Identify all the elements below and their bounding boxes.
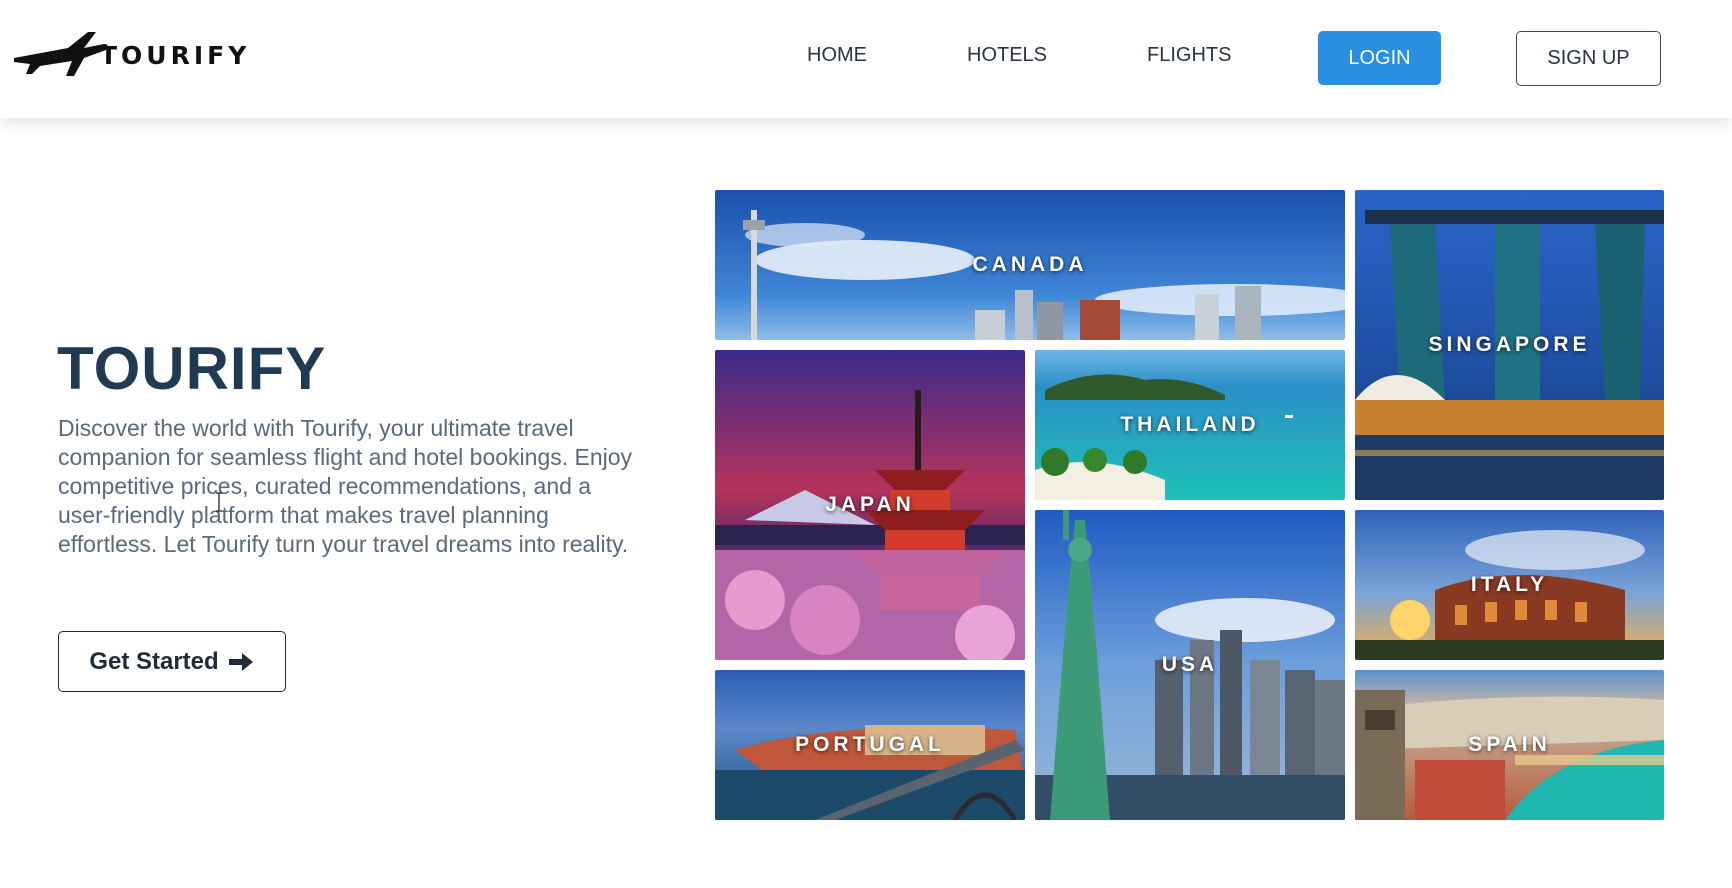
destination-tile-singapore[interactable]: SINGAPORE [1355,190,1664,500]
destination-label-usa: USA [1161,653,1219,676]
top-navbar: TOURIFY HOME HOTELS FLIGHTS LOGIN SIGN U… [0,0,1732,118]
destination-label-canada: CANADA [972,253,1088,276]
destination-tile-usa[interactable]: USA [1035,510,1345,820]
destination-label-portugal: PORTUGAL [795,733,945,756]
destination-label-italy: ITALY [1470,573,1549,596]
destination-label-spain: SPAIN [1468,733,1551,756]
signup-button[interactable]: SIGN UP [1516,31,1661,86]
hero-title: TOURIFY [57,335,327,402]
nav-home-link[interactable]: HOME [807,44,867,67]
destination-tile-japan[interactable]: JAPAN [715,350,1025,660]
destination-tile-canada[interactable]: CANADA [715,190,1345,340]
arrow-right-icon [228,652,253,671]
logo-text: TOURIFY [100,41,251,70]
text-cursor-icon [216,492,222,512]
hero-description: Discover the world with Tourify, your ul… [58,415,633,557]
nav-hotels-link[interactable]: HOTELS [967,44,1047,67]
destination-label-japan: JAPAN [825,493,915,516]
destination-tile-thailand[interactable]: THAILAND [1035,350,1345,500]
get-started-button[interactable]: Get Started [58,631,286,692]
destination-tile-portugal[interactable]: PORTUGAL [715,670,1025,820]
nav-flights-link[interactable]: FLIGHTS [1147,44,1231,67]
get-started-label: Get Started [89,647,219,675]
airplane-icon [14,32,108,76]
destination-label-singapore: SINGAPORE [1428,333,1591,356]
destination-tile-italy[interactable]: ITALY [1355,510,1664,660]
destination-label-thailand: THAILAND [1120,413,1260,436]
brand-logo[interactable]: TOURIFY [10,28,250,82]
login-button[interactable]: LOGIN [1318,31,1441,85]
destination-tile-spain[interactable]: SPAIN [1355,670,1664,820]
